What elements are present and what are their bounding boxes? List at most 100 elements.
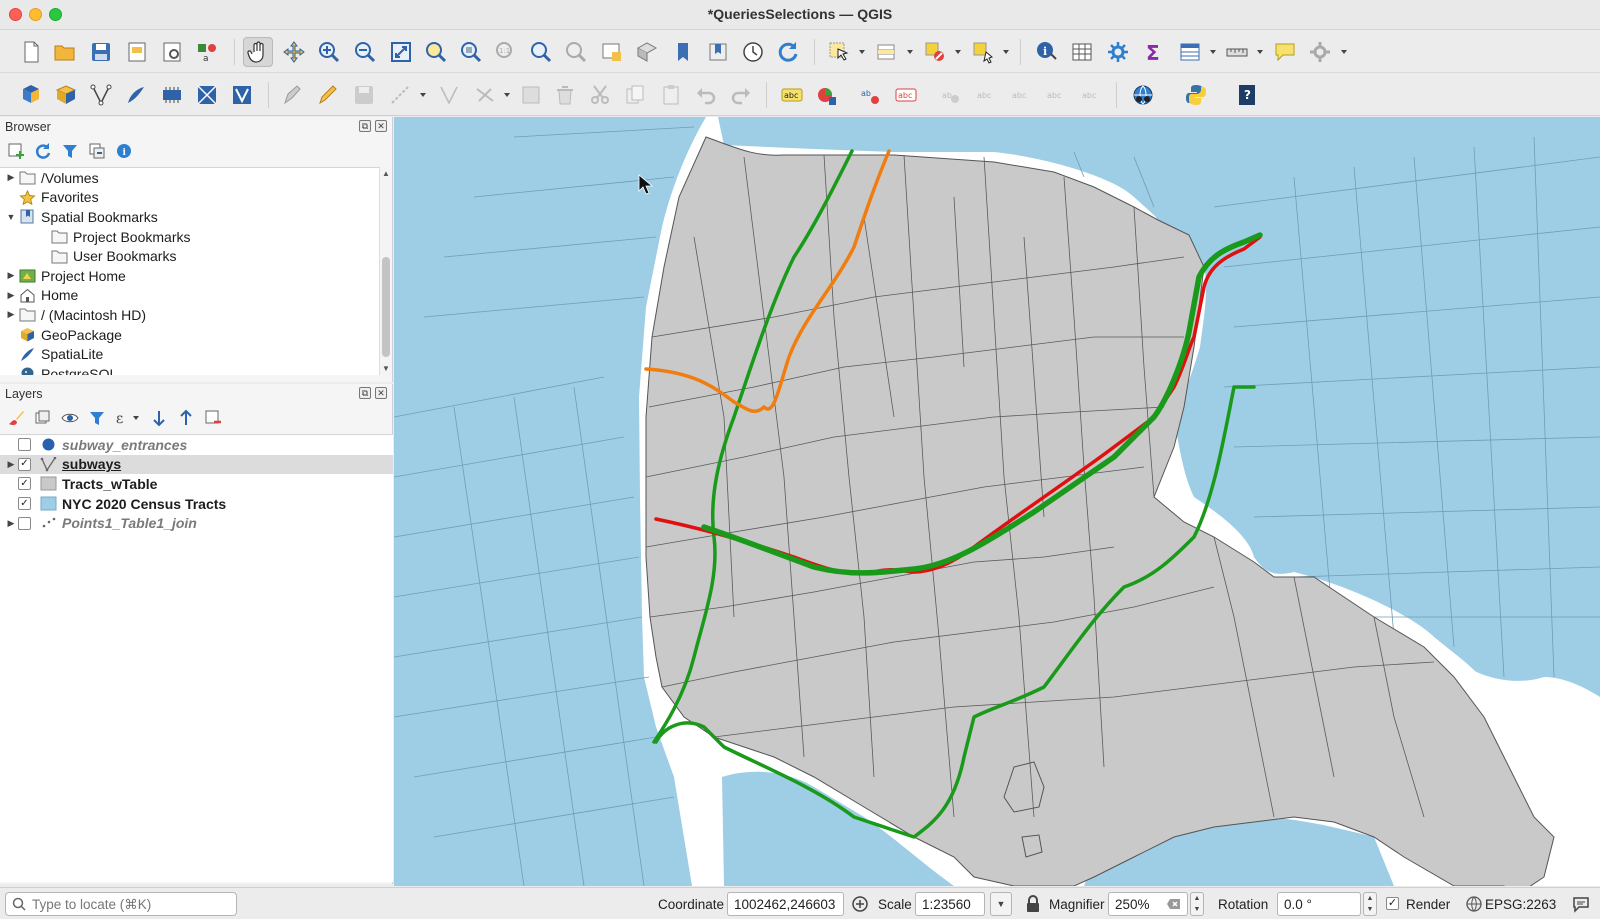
spatialite-layer-icon[interactable] bbox=[121, 80, 151, 110]
scroll-down-icon[interactable]: ▼ bbox=[382, 364, 390, 373]
magnifier-spinner[interactable]: ▲ ▼ bbox=[1190, 892, 1204, 916]
open-project-icon[interactable] bbox=[50, 37, 80, 67]
layout-manager-icon[interactable] bbox=[157, 37, 187, 67]
new-print-layout-icon[interactable] bbox=[122, 37, 152, 67]
rotation-field[interactable]: 0.0 ° bbox=[1277, 892, 1361, 916]
new-bookmark-icon[interactable] bbox=[668, 37, 698, 67]
data-source-manager-icon[interactable] bbox=[16, 80, 46, 110]
collapse-all-layers-icon[interactable] bbox=[176, 408, 196, 428]
rotation-spinner[interactable]: ▲ ▼ bbox=[1363, 892, 1377, 916]
chevron-right-icon[interactable]: ▶ bbox=[4, 518, 18, 529]
crs-globe-icon[interactable] bbox=[1465, 895, 1483, 913]
deselect-features-icon[interactable] bbox=[920, 37, 950, 67]
chevron-right-icon[interactable]: ▶ bbox=[4, 290, 18, 301]
python-console-icon[interactable] bbox=[1181, 80, 1211, 110]
pan-map-icon[interactable] bbox=[243, 37, 273, 67]
chevron-down-icon[interactable] bbox=[906, 48, 914, 56]
chevron-right-icon[interactable]: ▶ bbox=[4, 459, 18, 470]
pan-to-selection-icon[interactable] bbox=[279, 37, 309, 67]
remove-layer-icon[interactable] bbox=[203, 408, 223, 428]
temporary-layer-icon[interactable] bbox=[157, 80, 187, 110]
new-project-icon[interactable] bbox=[16, 37, 46, 67]
browser-item[interactable]: ▼ Spatial Bookmarks bbox=[0, 207, 380, 227]
browser-item[interactable]: SpatiaLite bbox=[0, 344, 380, 364]
crs-label[interactable]: EPSG:2263 bbox=[1485, 897, 1556, 912]
label-toolbar-icon[interactable]: abc bbox=[777, 80, 807, 110]
attribute-table-icon[interactable] bbox=[1067, 37, 1097, 67]
new-map-view-icon[interactable] bbox=[597, 37, 627, 67]
browser-scrollbar[interactable]: ▲ ▼ bbox=[379, 167, 392, 375]
mesh-layer-icon[interactable] bbox=[227, 80, 257, 110]
chevron-down-icon[interactable] bbox=[954, 48, 962, 56]
digitize-icon[interactable] bbox=[385, 80, 415, 110]
toggle-editing-icon[interactable] bbox=[313, 80, 343, 110]
copy-features-icon[interactable] bbox=[620, 80, 650, 110]
chevron-right-icon[interactable]: ▶ bbox=[4, 309, 18, 320]
open-table-icon[interactable] bbox=[1175, 37, 1205, 67]
browser-item[interactable]: Favorites bbox=[0, 188, 380, 208]
undo-icon[interactable] bbox=[691, 80, 721, 110]
show-hide-labels-icon[interactable]: ab bbox=[936, 80, 966, 110]
refresh-browser-icon[interactable] bbox=[33, 141, 53, 161]
lock-scale-icon[interactable] bbox=[1024, 895, 1042, 913]
layer-visibility-checkbox[interactable]: ✓ bbox=[18, 477, 31, 491]
help-contents-icon[interactable]: ? bbox=[1232, 80, 1262, 110]
expand-all-icon[interactable] bbox=[149, 408, 169, 428]
chevron-right-icon[interactable]: ▶ bbox=[4, 172, 18, 183]
map-svg[interactable] bbox=[394, 117, 1600, 886]
coordinate-field[interactable]: 1002462,246603 bbox=[727, 892, 844, 916]
add-group-icon[interactable] bbox=[33, 408, 53, 428]
measure-line-icon[interactable] bbox=[1222, 37, 1252, 67]
collapse-all-icon[interactable] bbox=[87, 141, 107, 161]
layer-item[interactable]: subway_entrances bbox=[0, 435, 393, 455]
locator-bar[interactable] bbox=[5, 892, 237, 916]
layer-visibility-checkbox[interactable]: ✓ bbox=[18, 457, 31, 471]
statistics-icon[interactable]: Σ bbox=[1138, 37, 1168, 67]
chevron-down-icon[interactable]: ▼ bbox=[4, 212, 18, 222]
redo-icon[interactable] bbox=[726, 80, 756, 110]
layer-item[interactable]: ▶ ✓ subways bbox=[0, 454, 393, 475]
pin-label-icon[interactable]: ab bbox=[856, 80, 886, 110]
scale-field[interactable]: 1:23560 bbox=[915, 892, 985, 916]
identify-features-icon[interactable]: i bbox=[1032, 37, 1062, 67]
chevron-right-icon[interactable]: ▶ bbox=[4, 270, 18, 281]
style-manager-icon[interactable]: a bbox=[192, 37, 222, 67]
zoom-last-icon[interactable] bbox=[526, 37, 556, 67]
browser-item[interactable]: ▶ /Volumes bbox=[0, 168, 380, 188]
browser-item[interactable]: PostgreSQL bbox=[0, 364, 380, 375]
delete-selected-icon[interactable] bbox=[550, 80, 580, 110]
scroll-up-icon[interactable]: ▲ bbox=[382, 169, 390, 178]
browser-item[interactable]: Project Bookmarks bbox=[0, 227, 380, 247]
label-properties-icon[interactable]: abc bbox=[1076, 80, 1106, 110]
layer-item[interactable]: ✓ Tracts_wTable bbox=[0, 474, 393, 494]
filter-browser-icon[interactable] bbox=[60, 141, 80, 161]
chevron-down-icon[interactable] bbox=[419, 91, 427, 99]
zoom-full-icon[interactable] bbox=[386, 37, 416, 67]
multi-edit-icon[interactable] bbox=[516, 80, 546, 110]
zoom-native-icon[interactable]: 1:1 bbox=[491, 37, 521, 67]
refresh-icon[interactable] bbox=[773, 37, 803, 67]
close-panel-icon[interactable]: ✕ bbox=[375, 120, 387, 132]
float-panel-icon[interactable]: ⧉ bbox=[359, 120, 371, 132]
new-3d-view-icon[interactable] bbox=[632, 37, 662, 67]
layer-visibility-checkbox[interactable] bbox=[18, 438, 31, 452]
chevron-down-icon[interactable] bbox=[1209, 48, 1217, 56]
scale-dropdown[interactable]: ▼ bbox=[990, 892, 1012, 916]
add-selected-layers-icon[interactable] bbox=[6, 141, 26, 161]
highlight-pinned-icon[interactable]: abc bbox=[891, 80, 921, 110]
settings-gear-icon[interactable] bbox=[1305, 37, 1335, 67]
coordinate-toggle-icon[interactable] bbox=[851, 895, 869, 913]
new-geopackage-layer-icon[interactable] bbox=[51, 80, 81, 110]
change-label-icon[interactable]: abc bbox=[1041, 80, 1071, 110]
rotate-label-icon[interactable]: abc bbox=[1006, 80, 1036, 110]
layer-visibility-checkbox[interactable]: ✓ bbox=[18, 497, 31, 511]
filter-by-expression-icon[interactable]: ε bbox=[114, 408, 142, 428]
browser-scroll-thumb[interactable] bbox=[382, 257, 390, 357]
show-bookmarks-icon[interactable] bbox=[703, 37, 733, 67]
enable-properties-icon[interactable]: i bbox=[114, 141, 134, 161]
move-label-icon[interactable]: abc bbox=[971, 80, 1001, 110]
paste-features-icon[interactable] bbox=[656, 80, 686, 110]
select-by-location-icon[interactable] bbox=[968, 37, 998, 67]
map-canvas[interactable] bbox=[394, 117, 1600, 886]
layer-item[interactable]: ✓ NYC 2020 Census Tracts bbox=[0, 494, 393, 514]
